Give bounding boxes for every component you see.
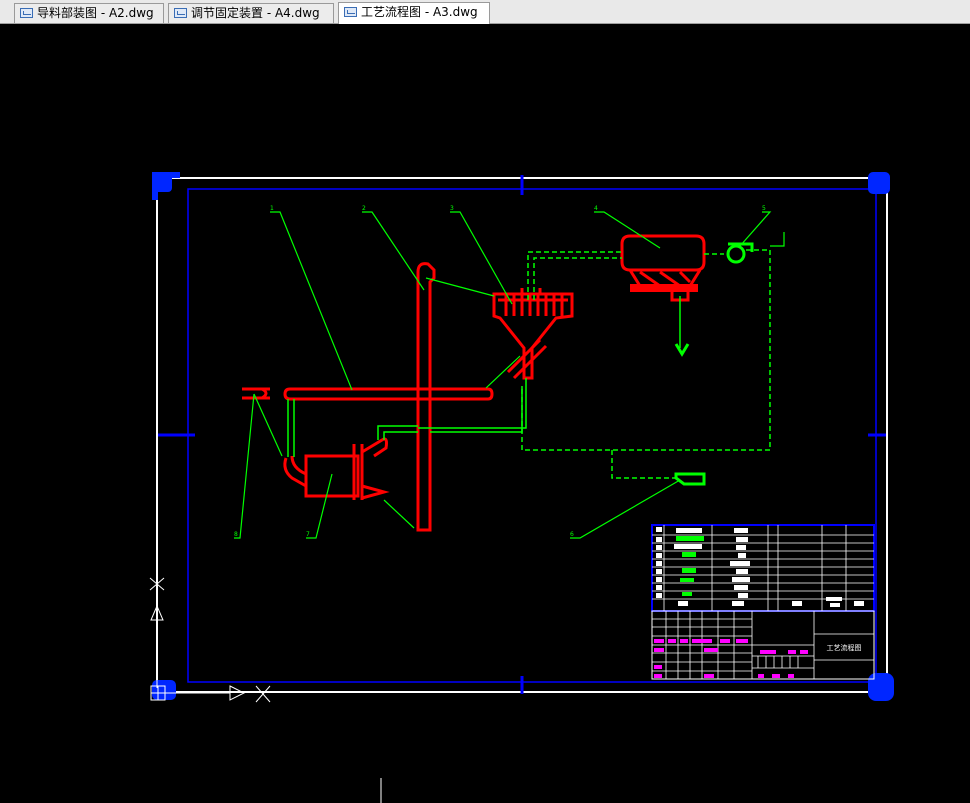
tab-guide-assembly[interactable]: 导料部装图 - A2.dwg <box>14 3 164 23</box>
svg-text:7: 7 <box>306 531 310 538</box>
drawing-title: 工艺流程图 <box>827 643 862 652</box>
process-equipment[interactable] <box>242 234 706 532</box>
tab-label: 导料部装图 - A2.dwg <box>37 6 154 20</box>
tab-label: 调节固定装置 - A4.dwg <box>191 6 320 20</box>
svg-text:3: 3 <box>450 205 454 212</box>
svg-text:2: 2 <box>362 205 366 212</box>
feed-inlet <box>242 387 270 400</box>
dwg-file-icon <box>174 8 187 18</box>
item-numbers: 1 2 3 4 5 8 7 6 <box>234 205 766 538</box>
selection-grips[interactable] <box>152 172 894 701</box>
svg-text:5: 5 <box>762 205 766 212</box>
tab-adjust-fixture[interactable]: 调节固定装置 - A4.dwg <box>168 3 334 23</box>
tab-label: 工艺流程图 - A3.dwg <box>361 5 478 19</box>
tab-process-flow[interactable]: 工艺流程图 - A3.dwg <box>338 2 490 24</box>
title-block[interactable]: 工艺流程图 <box>651 610 875 680</box>
dwg-file-icon <box>344 7 357 17</box>
parts-list[interactable] <box>651 524 875 612</box>
svg-text:6: 6 <box>570 531 574 538</box>
bucket-elevator <box>416 262 436 532</box>
leader-lines <box>234 211 785 539</box>
centering-marks <box>158 175 886 694</box>
screw-conveyor <box>283 387 494 401</box>
drawing-canvas[interactable]: 1 2 3 4 5 8 7 6 工艺流程图 <box>0 24 970 803</box>
svg-text:8: 8 <box>234 531 238 538</box>
svg-text:4: 4 <box>594 205 598 212</box>
drawing-frame[interactable] <box>156 177 888 693</box>
dryer <box>620 234 706 272</box>
dwg-file-icon <box>20 8 33 18</box>
drawing-border <box>187 188 877 683</box>
svg-text:1: 1 <box>270 205 274 212</box>
document-tab-bar: 导料部装图 - A2.dwg 调节固定装置 - A4.dwg 工艺流程图 - A… <box>0 0 970 24</box>
